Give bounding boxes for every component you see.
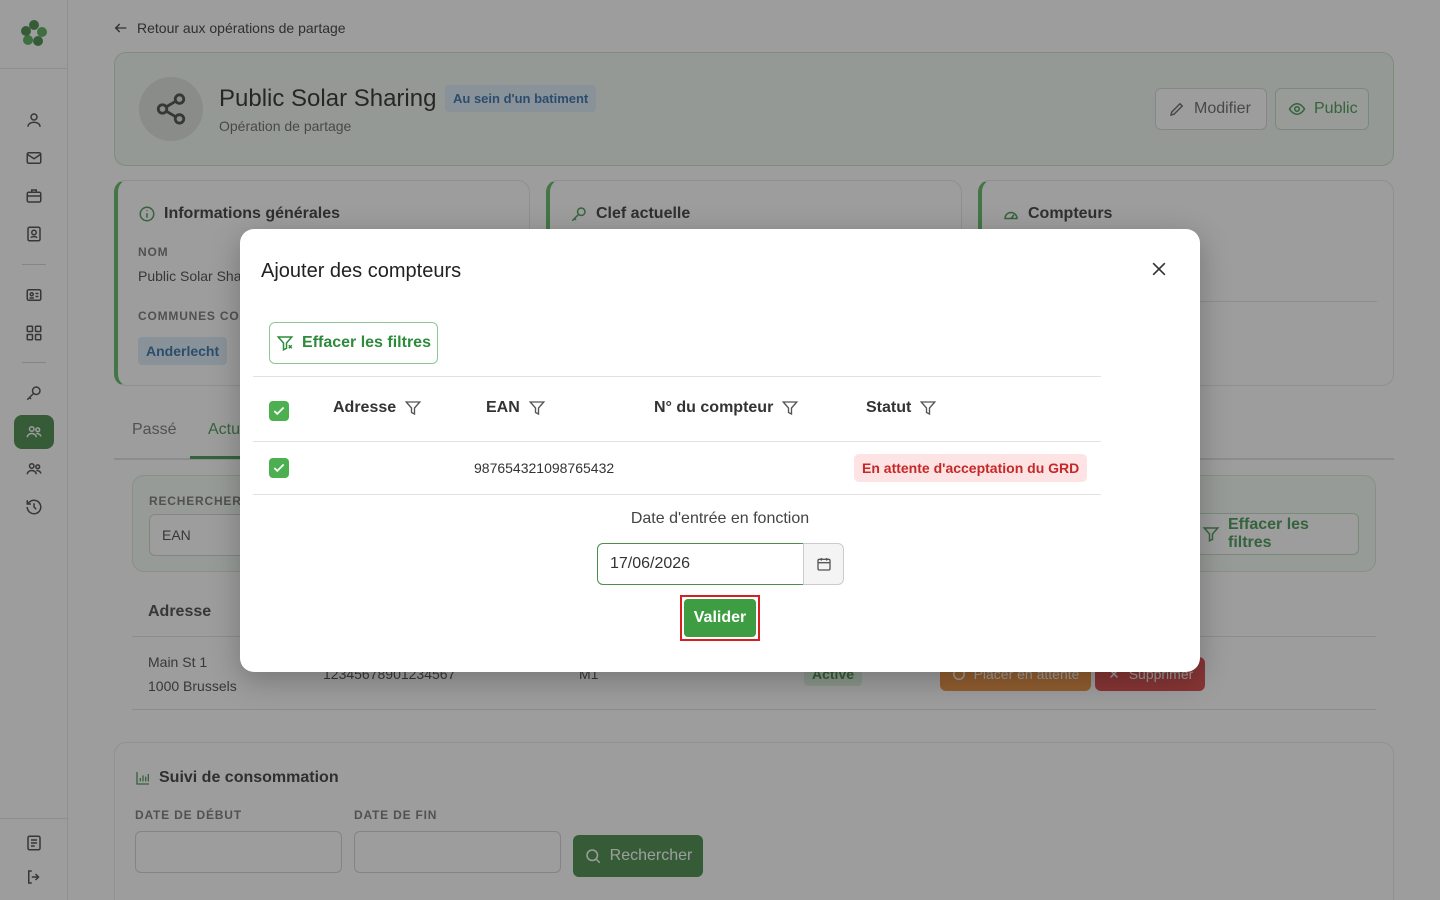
submit-button-highlight: Valider — [680, 595, 760, 641]
row-checkbox[interactable] — [269, 458, 289, 478]
date-input[interactable]: 17/06/2026 — [597, 543, 804, 585]
row-status-badge: En attente d'acceptation du GRD — [854, 454, 1088, 482]
filter-icon[interactable] — [528, 399, 546, 417]
modal-clear-filters-label: Effacer les filtres — [302, 334, 431, 351]
start-date-label: Date d'entrée en fonction — [630, 510, 810, 527]
calendar-icon — [816, 556, 832, 572]
column-ean-label: EAN — [486, 399, 520, 416]
add-meters-modal: Ajouter des compteurs Effacer les filtre… — [240, 229, 1200, 672]
table-bottom-border — [253, 494, 1101, 495]
row-ean: 987654321098765432 — [474, 460, 615, 476]
column-meter-number-label: N° du compteur — [654, 399, 774, 416]
table-top-border — [253, 376, 1101, 377]
select-all-checkbox[interactable] — [269, 401, 289, 421]
column-ean[interactable]: EAN — [486, 399, 546, 417]
filter-icon[interactable] — [404, 399, 422, 417]
column-address-label: Adresse — [333, 399, 397, 416]
column-status[interactable]: Statut — [866, 399, 937, 417]
calendar-button[interactable] — [803, 543, 844, 585]
modal-title: Ajouter des compteurs — [261, 260, 462, 282]
column-address[interactable]: Adresse — [333, 399, 422, 417]
table-header-border — [253, 441, 1101, 442]
modal-clear-filters-button[interactable]: Effacer les filtres — [269, 322, 438, 364]
column-status-label: Statut — [866, 399, 912, 416]
column-meter-number[interactable]: N° du compteur — [654, 399, 799, 417]
filter-icon[interactable] — [919, 399, 937, 417]
close-icon[interactable] — [1149, 259, 1169, 279]
filter-icon[interactable] — [781, 399, 799, 417]
filter-clear-icon — [276, 334, 294, 352]
submit-button[interactable]: Valider — [684, 599, 756, 637]
